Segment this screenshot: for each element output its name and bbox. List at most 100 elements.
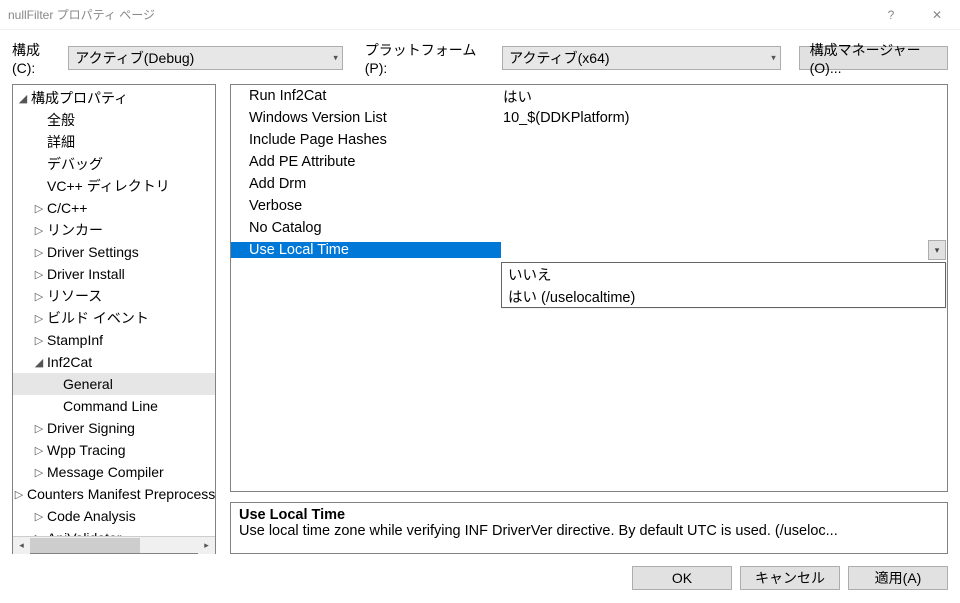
platform-combo[interactable]: アクティブ(x64) ▾ <box>502 46 781 70</box>
tree-item[interactable]: ◢Inf2Cat <box>13 351 215 373</box>
tree-item[interactable]: ▷Counters Manifest Preprocessor <box>13 483 215 505</box>
property-value[interactable]: はい <box>501 86 947 107</box>
apply-button[interactable]: 適用(A) <box>848 566 948 590</box>
tree-item-label: StampInf <box>47 332 103 348</box>
tree-collapsed-icon[interactable]: ▷ <box>33 422 45 435</box>
dropdown-button[interactable]: ▾ <box>928 240 946 260</box>
tree-collapsed-icon[interactable]: ▷ <box>33 444 45 457</box>
description-text: Use local time zone while verifying INF … <box>239 523 939 539</box>
tree-item[interactable]: General <box>13 373 215 395</box>
property-name: Verbose <box>231 198 501 214</box>
close-button[interactable]: ✕ <box>914 0 960 30</box>
property-row[interactable]: No Catalog <box>231 217 947 239</box>
scroll-right-icon[interactable]: ▸ <box>198 537 215 554</box>
property-name: Add PE Attribute <box>231 154 501 170</box>
tree-collapsed-icon[interactable]: ▷ <box>33 290 45 303</box>
tree-item[interactable]: ▷ApiValidator <box>13 527 215 536</box>
scroll-left-icon[interactable]: ◂ <box>13 537 30 554</box>
tree-item-label: General <box>63 376 113 392</box>
tree-item-label: Message Compiler <box>47 464 164 480</box>
tree-item-label: ビルド イベント <box>47 308 149 328</box>
property-name: Include Page Hashes <box>231 132 501 148</box>
tree-pane: ◢構成プロパティ全般詳細デバッグVC++ ディレクトリ▷C/C++▷リンカー▷D… <box>12 84 216 554</box>
property-row[interactable]: Add Drm <box>231 173 947 195</box>
tree-item[interactable]: デバッグ <box>13 153 215 175</box>
description-pane: Use Local Time Use local time zone while… <box>230 502 948 554</box>
tree-item[interactable]: ▷リンカー <box>13 219 215 241</box>
tree-item[interactable]: Command Line <box>13 395 215 417</box>
help-button[interactable]: ? <box>868 0 914 30</box>
tree-collapsed-icon[interactable]: ▷ <box>33 224 45 237</box>
property-row[interactable]: Run Inf2Catはい <box>231 85 947 107</box>
tree-item-label: Counters Manifest Preprocessor <box>27 486 215 502</box>
tree-item[interactable]: 詳細 <box>13 131 215 153</box>
dropdown-popup[interactable]: いいえはい (/uselocaltime) <box>501 262 946 308</box>
configuration-combo[interactable]: アクティブ(Debug) ▾ <box>68 46 343 70</box>
property-row[interactable]: Include Page Hashes <box>231 129 947 151</box>
tree-item-label: リソース <box>47 286 102 306</box>
tree-item[interactable]: ▷C/C++ <box>13 197 215 219</box>
tree-item[interactable]: ▷リソース <box>13 285 215 307</box>
property-row[interactable]: Add PE Attribute <box>231 151 947 173</box>
platform-label: プラットフォーム(P): <box>365 40 496 76</box>
titlebar: nullFilter プロパティ ページ ? ✕ <box>0 0 960 30</box>
window-title: nullFilter プロパティ ページ <box>8 6 868 23</box>
tree-item[interactable]: ▷Driver Install <box>13 263 215 285</box>
tree-item[interactable]: ▷Message Compiler <box>13 461 215 483</box>
tree-collapsed-icon[interactable]: ▷ <box>33 246 45 259</box>
property-value[interactable]: 10_$(DDKPlatform) <box>501 110 947 126</box>
config-toolbar: 構成(C): アクティブ(Debug) ▾ プラットフォーム(P): アクティブ… <box>0 30 960 84</box>
cancel-button[interactable]: キャンセル <box>740 566 840 590</box>
tree-expanded-icon[interactable]: ◢ <box>33 356 45 369</box>
scrollbar-thumb[interactable] <box>30 538 140 553</box>
tree-collapsed-icon[interactable]: ▷ <box>33 202 45 215</box>
tree-item[interactable]: ▷ビルド イベント <box>13 307 215 329</box>
tree-horizontal-scrollbar[interactable]: ◂ ▸ <box>13 536 215 553</box>
tree-item[interactable]: ▷Driver Settings <box>13 241 215 263</box>
config-label: 構成(C): <box>12 40 62 76</box>
description-title: Use Local Time <box>239 507 939 523</box>
tree-item-label: 詳細 <box>47 132 75 152</box>
tree-list[interactable]: ◢構成プロパティ全般詳細デバッグVC++ ディレクトリ▷C/C++▷リンカー▷D… <box>13 85 215 536</box>
tree-item-label: Driver Install <box>47 266 125 282</box>
tree-item[interactable]: ◢構成プロパティ <box>13 87 215 109</box>
chevron-down-icon: ▾ <box>333 53 338 64</box>
tree-item[interactable]: ▷Code Analysis <box>13 505 215 527</box>
property-row[interactable]: Verbose <box>231 195 947 217</box>
tree-item-label: C/C++ <box>47 200 87 216</box>
tree-item[interactable]: 全般 <box>13 109 215 131</box>
ok-button[interactable]: OK <box>632 566 732 590</box>
tree-collapsed-icon[interactable]: ▷ <box>33 312 45 325</box>
tree-expanded-icon[interactable]: ◢ <box>17 92 29 105</box>
property-name: Windows Version List <box>231 110 501 126</box>
property-value-dropdown-cell: ▾ <box>501 239 947 261</box>
chevron-down-icon: ▾ <box>935 245 940 256</box>
property-grid: Run Inf2CatはいWindows Version List10_$(DD… <box>230 84 948 492</box>
tree-collapsed-icon[interactable]: ▷ <box>33 466 45 479</box>
dropdown-option[interactable]: はい (/uselocaltime) <box>502 285 945 307</box>
property-name: No Catalog <box>231 220 501 236</box>
tree-item-label: デバッグ <box>47 154 103 174</box>
scrollbar-track[interactable] <box>140 537 198 553</box>
tree-collapsed-icon[interactable]: ▷ <box>13 488 25 501</box>
tree-item-label: Driver Settings <box>47 244 139 260</box>
tree-item[interactable]: ▷StampInf <box>13 329 215 351</box>
config-manager-button[interactable]: 構成マネージャー(O)... <box>799 46 948 70</box>
property-name: Run Inf2Cat <box>231 88 501 104</box>
property-name: Use Local Time <box>231 242 501 258</box>
tree-item[interactable]: ▷Driver Signing <box>13 417 215 439</box>
tree-item[interactable]: VC++ ディレクトリ <box>13 175 215 197</box>
tree-collapsed-icon[interactable]: ▷ <box>33 268 45 281</box>
tree-item-label: 全般 <box>47 110 75 130</box>
tree-item-label: Code Analysis <box>47 508 136 524</box>
tree-item[interactable]: ▷Wpp Tracing <box>13 439 215 461</box>
tree-collapsed-icon[interactable]: ▷ <box>33 334 45 347</box>
tree-collapsed-icon[interactable]: ▷ <box>33 510 45 523</box>
right-pane: Run Inf2CatはいWindows Version List10_$(DD… <box>230 84 948 554</box>
tree-item-label: Inf2Cat <box>47 354 92 370</box>
property-row[interactable]: Windows Version List10_$(DDKPlatform) <box>231 107 947 129</box>
main-area: ◢構成プロパティ全般詳細デバッグVC++ ディレクトリ▷C/C++▷リンカー▷D… <box>0 84 960 554</box>
property-name: Add Drm <box>231 176 501 192</box>
dropdown-option[interactable]: いいえ <box>502 263 945 285</box>
tree-item-label: Wpp Tracing <box>47 442 126 458</box>
